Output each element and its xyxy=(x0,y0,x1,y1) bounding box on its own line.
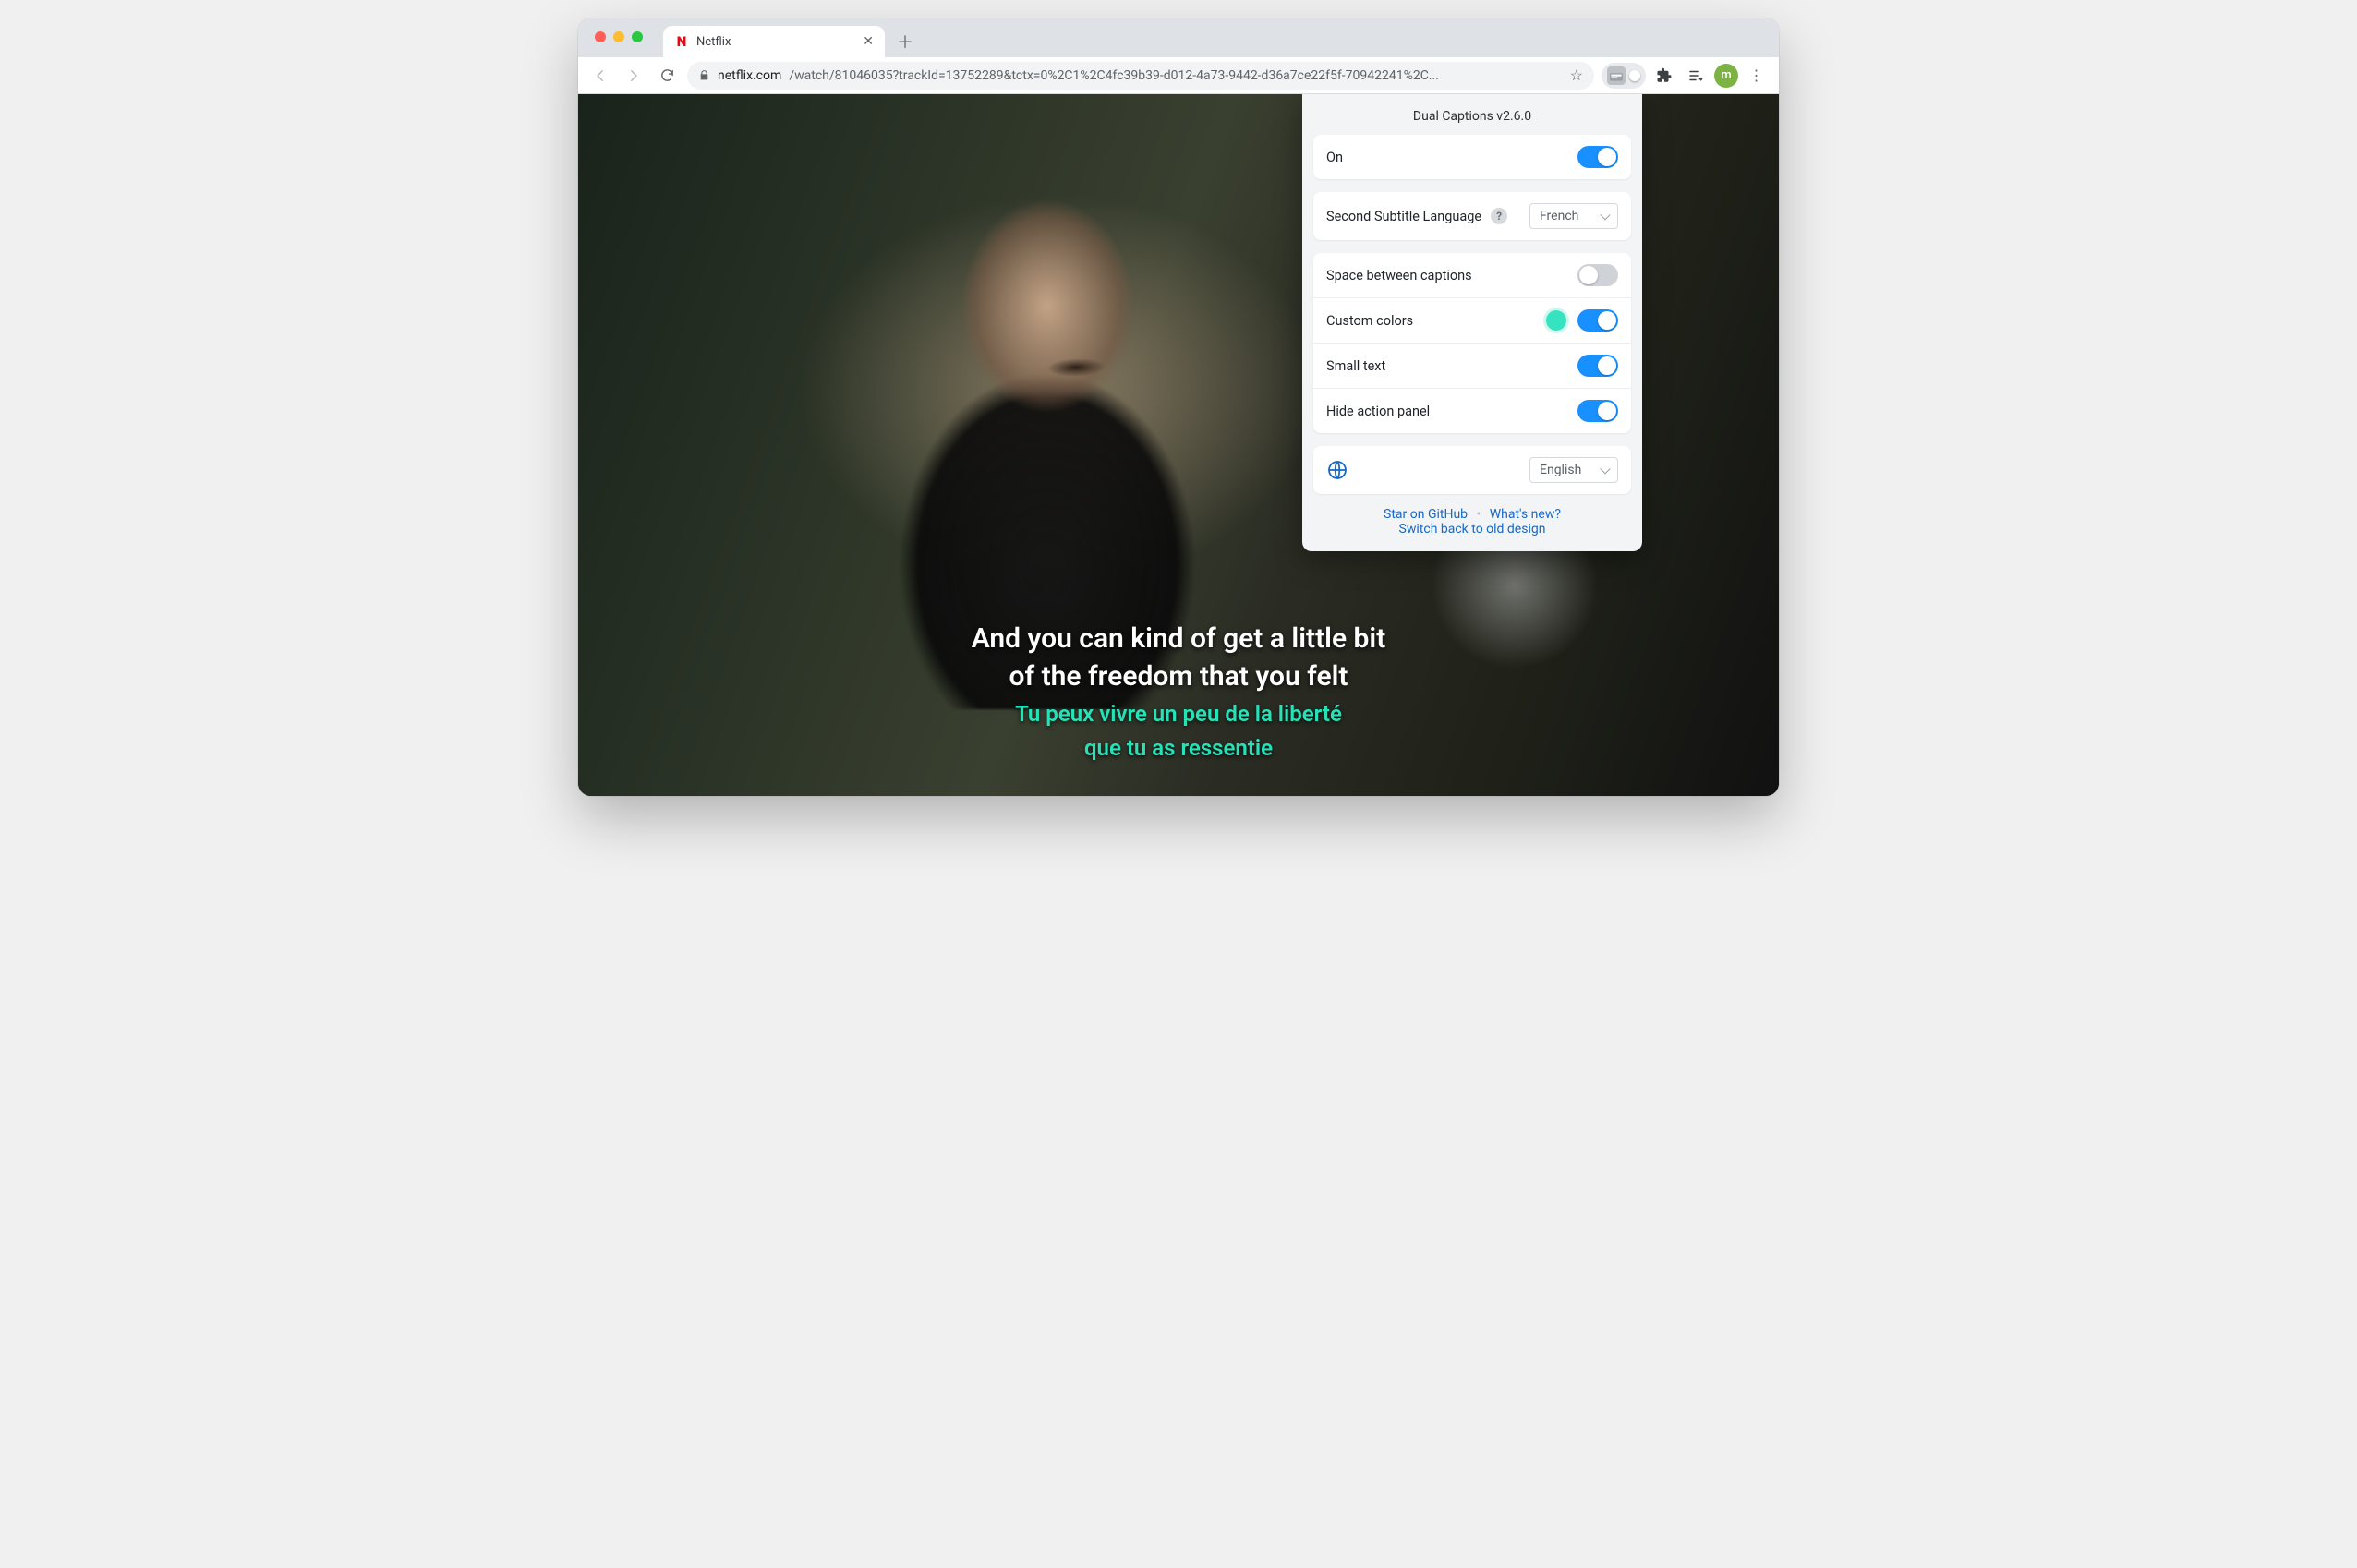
browser-menu-button[interactable]: ⋮ xyxy=(1744,63,1770,89)
bookmark-star-icon[interactable]: ☆ xyxy=(1570,66,1583,84)
window-minimize-button[interactable] xyxy=(613,31,624,42)
reload-icon xyxy=(659,67,675,83)
caption-primary-line2: of the freedom that you felt xyxy=(1009,658,1348,694)
custom-colors-label: Custom colors xyxy=(1326,313,1413,329)
window-close-button[interactable] xyxy=(595,31,606,42)
url-path: /watch/81046035?trackId=13752289&tctx=0%… xyxy=(789,68,1439,83)
tab-close-icon[interactable]: ✕ xyxy=(863,34,874,49)
tab-title: Netflix xyxy=(696,35,731,49)
link-old-design[interactable]: Switch back to old design xyxy=(1399,522,1546,537)
reading-list-icon xyxy=(1687,67,1704,84)
video-subject-illustration-detail xyxy=(1034,353,1118,383)
globe-icon xyxy=(1326,459,1348,481)
card-options: Space between captions Custom colors Sma… xyxy=(1313,253,1631,433)
extension-toggle-knob xyxy=(1629,70,1640,81)
profile-avatar[interactable]: m xyxy=(1714,64,1738,88)
back-button[interactable] xyxy=(587,63,613,89)
reload-button[interactable] xyxy=(654,63,680,89)
extensions-button[interactable] xyxy=(1651,63,1677,89)
puzzle-icon xyxy=(1656,67,1673,84)
captions-block: And you can kind of get a little bit of … xyxy=(578,621,1779,763)
card-ui-language: English xyxy=(1313,446,1631,494)
on-toggle[interactable] xyxy=(1577,146,1618,168)
address-bar[interactable]: netflix.com /watch/81046035?trackId=1375… xyxy=(687,62,1594,90)
custom-color-swatch[interactable] xyxy=(1546,310,1566,331)
card-second-language: Second Subtitle Language ? French xyxy=(1313,192,1631,240)
netflix-favicon: N xyxy=(674,34,689,49)
caption-secondary-line2: que tu as ressentie xyxy=(1084,734,1273,763)
help-icon[interactable]: ? xyxy=(1491,208,1507,224)
page-content: And you can kind of get a little bit of … xyxy=(578,94,1779,796)
titlebar: N Netflix ✕ ＋ xyxy=(578,18,1779,57)
small-text-toggle[interactable] xyxy=(1577,355,1618,377)
hide-panel-toggle[interactable] xyxy=(1577,400,1618,422)
space-toggle[interactable] xyxy=(1577,264,1618,286)
extension-popup: Dual Captions v2.6.0 On Second Subtitle … xyxy=(1302,94,1642,551)
caption-primary-line1: And you can kind of get a little bit xyxy=(972,621,1386,657)
extension-badge-icon xyxy=(1607,66,1626,85)
second-language-select[interactable]: French xyxy=(1529,203,1618,229)
active-extension-chip[interactable] xyxy=(1602,63,1646,89)
caption-secondary-line1: Tu peux vivre un peu de la liberté xyxy=(1015,700,1342,729)
link-separator: • xyxy=(1471,507,1487,522)
extension-area: m ⋮ xyxy=(1602,63,1770,89)
arrow-right-icon xyxy=(625,67,642,84)
new-tab-button[interactable]: ＋ xyxy=(892,29,918,54)
window-maximize-button[interactable] xyxy=(632,31,643,42)
ui-language-value: English xyxy=(1540,463,1581,477)
tab-netflix[interactable]: N Netflix ✕ xyxy=(663,26,885,57)
second-language-label: Second Subtitle Language xyxy=(1326,209,1481,224)
toolbar: netflix.com /watch/81046035?trackId=1375… xyxy=(578,57,1779,94)
reading-list-button[interactable] xyxy=(1683,63,1709,89)
url-domain: netflix.com xyxy=(718,68,781,83)
link-whats-new[interactable]: What's new? xyxy=(1490,507,1561,522)
link-star-github[interactable]: Star on GitHub xyxy=(1384,507,1468,522)
popup-title: Dual Captions v2.6.0 xyxy=(1313,109,1631,124)
small-text-label: Small text xyxy=(1326,358,1385,374)
second-language-value: French xyxy=(1540,209,1578,223)
on-label: On xyxy=(1326,150,1343,165)
popup-links: Star on GitHub • What's new? Switch back… xyxy=(1313,507,1631,537)
custom-colors-toggle[interactable] xyxy=(1577,309,1618,332)
forward-button[interactable] xyxy=(621,63,647,89)
browser-window: N Netflix ✕ ＋ netflix.com /watch/8104603… xyxy=(578,18,1779,796)
hide-panel-label: Hide action panel xyxy=(1326,404,1430,419)
ui-language-select[interactable]: English xyxy=(1529,457,1618,483)
window-controls xyxy=(595,31,643,42)
tab-strip: N Netflix ✕ ＋ xyxy=(663,18,918,57)
space-label: Space between captions xyxy=(1326,268,1472,283)
lock-icon xyxy=(698,69,710,81)
kebab-icon: ⋮ xyxy=(1749,66,1765,84)
avatar-letter: m xyxy=(1721,68,1731,82)
card-on: On xyxy=(1313,135,1631,179)
arrow-left-icon xyxy=(592,67,609,84)
